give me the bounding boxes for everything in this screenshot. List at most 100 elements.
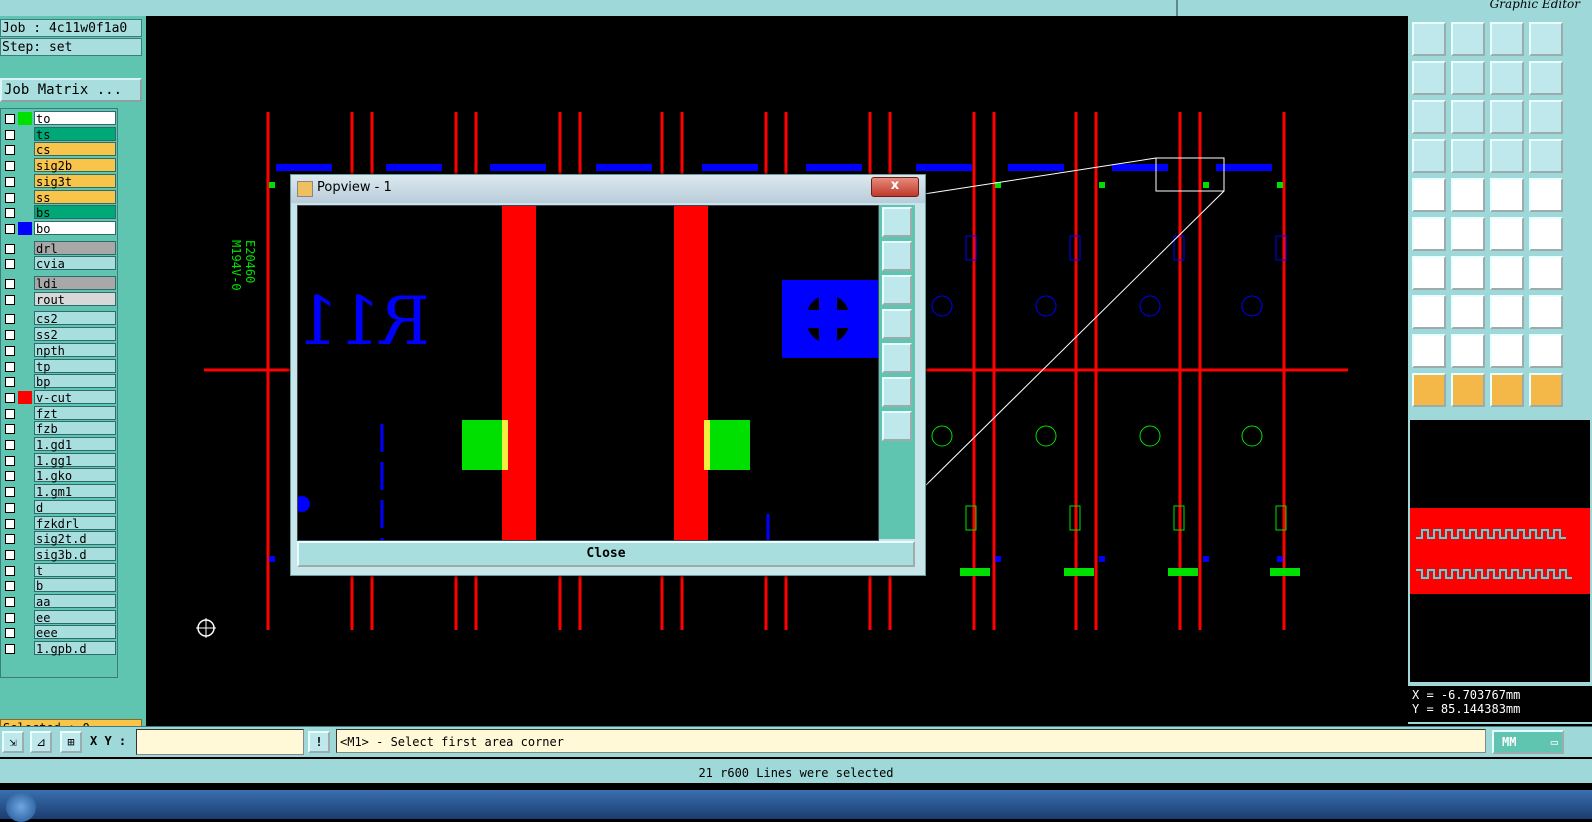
painter-icon[interactable]: [1412, 139, 1446, 173]
layer-name[interactable]: cs: [34, 142, 116, 157]
layer-checkbox[interactable]: [5, 192, 15, 203]
layer-name[interactable]: to: [34, 111, 116, 126]
layer-name[interactable]: 1.gg1: [34, 452, 116, 468]
layer-checkbox[interactable]: [5, 176, 15, 187]
draw-line-icon[interactable]: [1451, 178, 1485, 212]
layer-checkbox[interactable]: [5, 408, 15, 419]
layer-name[interactable]: bp: [34, 374, 116, 389]
layer-name[interactable]: 1.gm1: [34, 484, 116, 499]
layer-checkbox[interactable]: [5, 612, 15, 623]
layer-name[interactable]: eee: [34, 625, 116, 640]
scale-1to2-icon[interactable]: [1490, 100, 1524, 134]
layer-color-swatch[interactable]: [18, 564, 32, 577]
layer-row[interactable]: npth: [2, 342, 118, 358]
layer-name[interactable]: 1.gd1: [34, 437, 116, 452]
layer-name[interactable]: rout: [34, 291, 116, 307]
layer-color-swatch[interactable]: [18, 642, 32, 655]
layer-color-swatch[interactable]: [18, 407, 32, 420]
layer-checkbox[interactable]: [5, 345, 15, 356]
layer-name[interactable]: ss: [34, 189, 116, 205]
layer-name[interactable]: cs2: [34, 311, 116, 326]
layer-name[interactable]: cvia: [34, 256, 116, 271]
layer-color-swatch[interactable]: [18, 579, 32, 592]
layer-name[interactable]: sig2t.d: [34, 531, 116, 546]
layer-color-swatch[interactable]: [18, 548, 32, 561]
select-circle-icon[interactable]: [1529, 178, 1563, 212]
layer-name[interactable]: bo: [34, 220, 116, 236]
layer-color-swatch[interactable]: [18, 390, 32, 404]
layer-color-swatch[interactable]: [18, 626, 32, 639]
cross-icon[interactable]: [1451, 217, 1485, 251]
pan-right-icon[interactable]: [882, 343, 912, 373]
select-dot-icon[interactable]: [1412, 178, 1446, 212]
layer-color-swatch[interactable]: [18, 159, 32, 172]
move-right-icon[interactable]: [1451, 61, 1485, 95]
snap-net-icon[interactable]: [1529, 139, 1563, 173]
layer-name[interactable]: sig3t: [34, 173, 116, 189]
layer-name[interactable]: 1.gko: [34, 468, 116, 483]
layer-row[interactable]: sig2t.d: [2, 531, 118, 546]
point-red-icon[interactable]: [1490, 217, 1524, 251]
warning-button[interactable]: !: [308, 731, 330, 753]
layer-row[interactable]: b: [2, 578, 118, 593]
home-icon[interactable]: [1490, 22, 1524, 56]
move-left-icon[interactable]: [1412, 61, 1446, 95]
layer-checkbox[interactable]: [5, 279, 15, 289]
layer-color-swatch[interactable]: [18, 143, 32, 156]
layer-checkbox[interactable]: [5, 628, 15, 639]
layer-color-swatch[interactable]: [18, 277, 32, 290]
layer-checkbox[interactable]: [5, 471, 15, 482]
layer-row[interactable]: fzb: [2, 421, 118, 436]
layer-checkbox[interactable]: [5, 518, 15, 529]
slash-icon[interactable]: [1451, 256, 1485, 290]
pad-copy-icon[interactable]: [1412, 295, 1446, 329]
layer-checkbox[interactable]: [5, 259, 15, 270]
triangle-b-icon[interactable]: [1451, 334, 1485, 368]
layer-color-swatch[interactable]: [18, 517, 32, 530]
blue-pad-icon[interactable]: [1529, 295, 1563, 329]
layer-checkbox[interactable]: [5, 424, 15, 435]
layer-row[interactable]: t: [2, 562, 118, 578]
reverse-icon[interactable]: [1490, 61, 1524, 95]
pointer-path-icon[interactable]: [1529, 373, 1563, 407]
popview-canvas[interactable]: R11C: [297, 205, 879, 541]
layer-name[interactable]: v-cut: [34, 389, 116, 405]
layer-color-swatch[interactable]: [18, 112, 32, 125]
layer-checkbox[interactable]: [5, 455, 15, 466]
units-select[interactable]: MM ▭: [1492, 730, 1564, 754]
layer-row[interactable]: 1.gd1: [2, 437, 118, 452]
pointer-circle-icon[interactable]: [1490, 373, 1524, 407]
job-matrix-button[interactable]: Job Matrix ...: [0, 78, 142, 102]
rotate-icon[interactable]: [1490, 256, 1524, 290]
layer-color-swatch[interactable]: [18, 422, 32, 435]
layer-checkbox[interactable]: [5, 644, 15, 655]
minus-icon[interactable]: [1451, 295, 1485, 329]
layer-color-swatch[interactable]: [18, 438, 32, 451]
layer-row[interactable]: ss: [2, 189, 118, 205]
layer-checkbox[interactable]: [5, 392, 15, 403]
line-red-icon[interactable]: [1529, 217, 1563, 251]
layer-row[interactable]: eee: [2, 625, 118, 640]
measure-tool-icon[interactable]: ⊿: [30, 731, 52, 753]
layer-checkbox[interactable]: [5, 487, 15, 498]
layer-name[interactable]: drl: [34, 240, 116, 256]
layer-name[interactable]: fzb: [34, 421, 116, 436]
letter-a-icon[interactable]: [1490, 334, 1524, 368]
layer-color-swatch[interactable]: [18, 242, 32, 255]
layer-checkbox[interactable]: [5, 597, 15, 607]
ruler-icon[interactable]: [1490, 178, 1524, 212]
fit-screen-icon[interactable]: [882, 377, 912, 407]
layer-name[interactable]: b: [34, 578, 116, 593]
layer-row[interactable]: 1.gko: [2, 468, 118, 483]
layer-color-swatch[interactable]: [18, 375, 32, 388]
layer-row[interactable]: ee: [2, 609, 118, 625]
layer-checkbox[interactable]: [5, 243, 15, 254]
layer-checkbox[interactable]: [5, 114, 15, 124]
layer-color-swatch[interactable]: [18, 485, 32, 498]
measure-red-icon[interactable]: [1451, 139, 1485, 173]
layer-row[interactable]: cvia: [2, 256, 118, 271]
layer-color-swatch[interactable]: [18, 595, 32, 608]
layer-checkbox[interactable]: [5, 534, 15, 545]
layer-name[interactable]: tp: [34, 358, 116, 374]
layer-row[interactable]: bo: [2, 220, 118, 236]
